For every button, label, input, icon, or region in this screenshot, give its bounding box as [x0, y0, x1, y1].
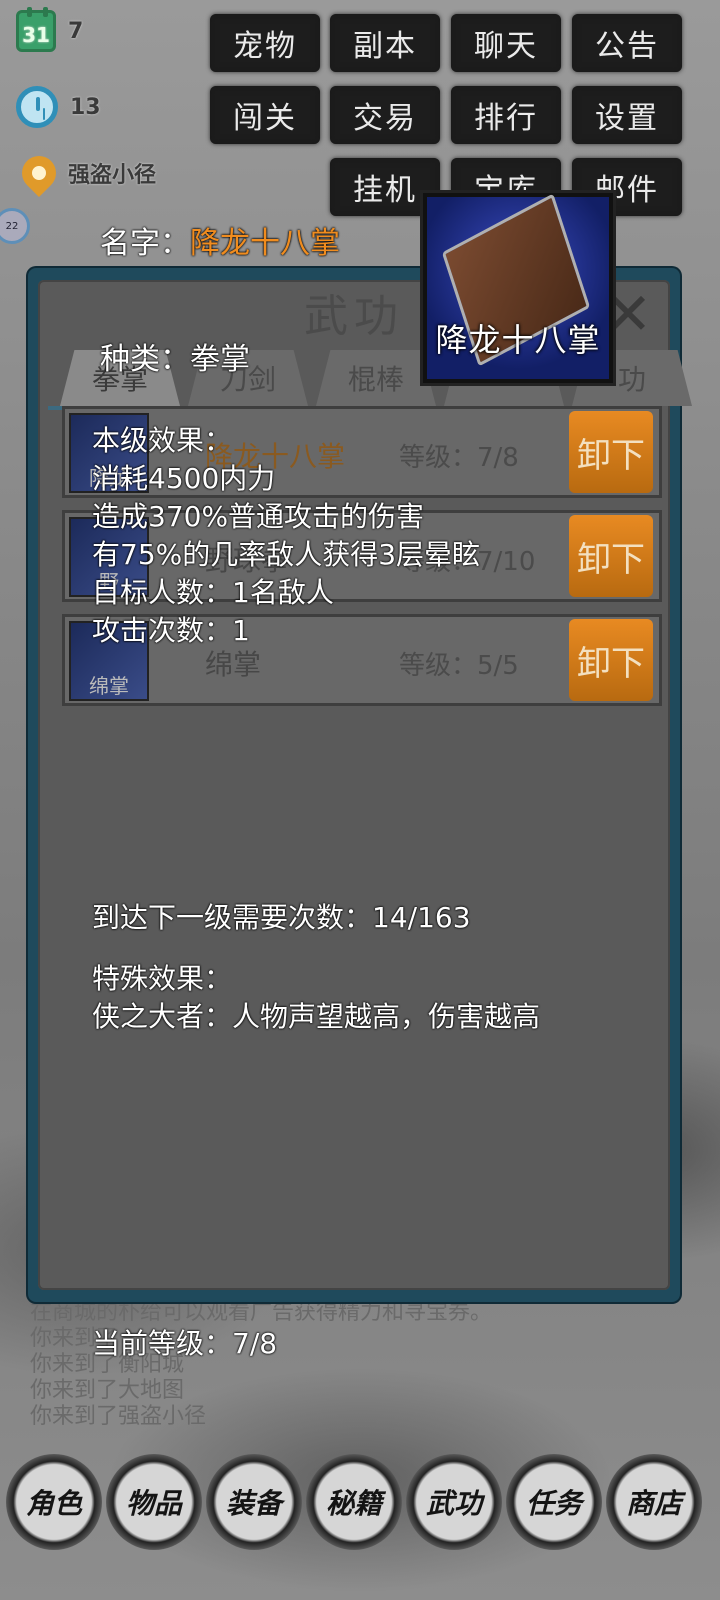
nav-character[interactable]: 角色	[6, 1454, 102, 1550]
dungeon-button[interactable]: 副本	[330, 14, 440, 72]
effect-line: 攻击次数：1	[92, 614, 250, 647]
trade-button[interactable]: 交易	[330, 86, 440, 144]
nav-secret-books[interactable]: 秘籍	[306, 1454, 402, 1550]
chat-button[interactable]: 聊天	[451, 14, 561, 72]
settings-button[interactable]: 设置	[572, 86, 682, 144]
effect-line: 消耗4500内力	[92, 462, 276, 495]
pet-button[interactable]: 宠物	[210, 14, 320, 72]
calendar-icon: 31	[16, 7, 56, 52]
next-level-requirement: 到达下一级需要次数：14/163	[92, 901, 471, 934]
bottom-nav: 角色 物品 装备 秘籍 武功 任务 商店	[6, 1454, 702, 1550]
special-title: 特殊效果：	[92, 962, 233, 995]
tooltip-effects: 本级效果： 消耗4500内力 造成370%普通攻击的伤害 有75%的几率敌人获得…	[92, 422, 480, 650]
timer-value: 13	[70, 94, 101, 120]
special-text: 侠之大者：人物声望越高，伤害越高	[92, 1000, 541, 1033]
nav-shop[interactable]: 商店	[606, 1454, 702, 1550]
log-line: 你来到了强盗小径	[30, 1404, 207, 1429]
message-log: 在商城的朴给可以观看广告获得精力和寻宝券。 你来到了 你来到了衡阳城 你来到了大…	[30, 1300, 492, 1430]
challenge-button[interactable]: 闯关	[210, 86, 320, 144]
location-status[interactable]: 强盗小径	[14, 148, 157, 198]
effect-line: 有75%的几率敌人获得3层晕眩	[92, 538, 481, 571]
nav-martial-arts[interactable]: 武功	[406, 1454, 502, 1550]
timer-status: 13	[16, 86, 101, 128]
unequip-button[interactable]: 卸下	[569, 515, 653, 597]
tooltip-name: 名字：降龙十八掌	[100, 218, 340, 262]
nav-items[interactable]: 物品	[106, 1454, 202, 1550]
skill-level: 等级：5/5	[399, 651, 519, 681]
clock-icon	[16, 86, 58, 128]
tooltip-type: 种类：拳掌	[100, 342, 250, 377]
name-value: 降龙十八掌	[190, 226, 340, 261]
effect-line: 造成370%普通攻击的伤害	[92, 500, 425, 533]
special-effect: 特殊效果： 侠之大者：人物声望越高，伤害越高	[92, 960, 540, 1036]
calendar-value: 7	[68, 18, 84, 44]
effect-line: 本级效果：	[92, 424, 233, 457]
name-label: 名字：	[100, 226, 190, 261]
calendar-status: 31 7	[16, 7, 84, 52]
nav-quests[interactable]: 任务	[506, 1454, 602, 1550]
nav-equipment[interactable]: 装备	[206, 1454, 302, 1550]
unequip-button[interactable]: 卸下	[569, 619, 653, 701]
skill-card-caption: 降龙十八掌	[435, 321, 601, 359]
unequip-button[interactable]: 卸下	[569, 411, 653, 493]
skill-card: 降龙十八掌	[420, 190, 616, 386]
notice-button[interactable]: 公告	[572, 14, 682, 72]
effect-line: 目标人数：1名敌人	[92, 576, 334, 609]
location-name: 强盗小径	[68, 163, 157, 188]
tab-staff[interactable]: 棍棒	[316, 350, 436, 406]
log-line: 你来到了大地图	[30, 1378, 185, 1403]
location-pin-icon	[14, 148, 64, 198]
ranking-button[interactable]: 排行	[451, 86, 561, 144]
current-level: 当前等级：7/8	[92, 1327, 278, 1360]
